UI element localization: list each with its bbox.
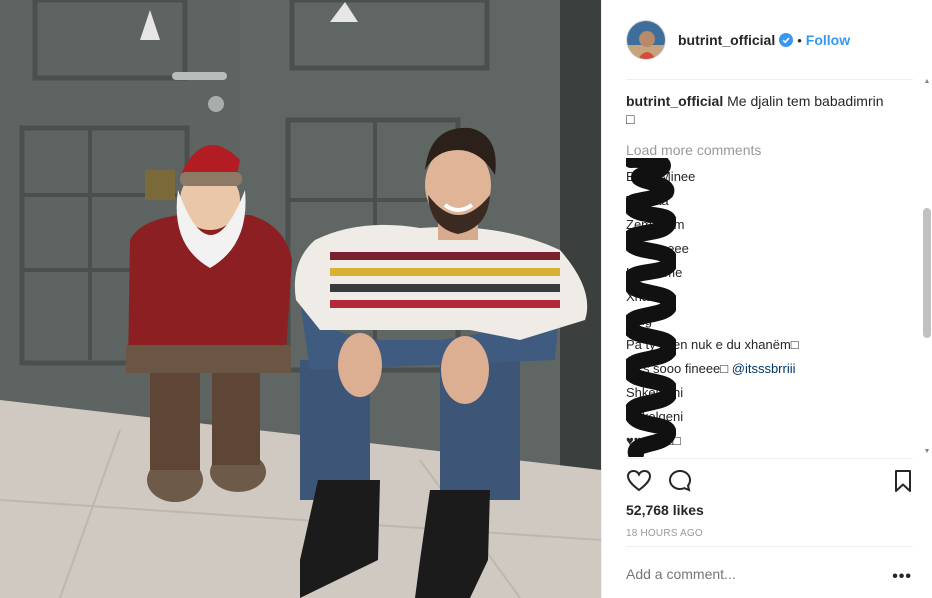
scroll-down-arrow[interactable]: ▼ xyxy=(923,448,931,456)
heart-icon[interactable] xyxy=(626,468,652,494)
caption-username[interactable]: butrint_official xyxy=(626,93,723,109)
comment-text: Teduaa xyxy=(626,193,669,208)
post-username[interactable]: butrint_official xyxy=(678,32,775,48)
scroll-up-arrow[interactable]: ▲ xyxy=(923,78,931,86)
bookmark-icon[interactable] xyxy=(890,468,916,494)
comment-mention-link[interactable]: @itsssbrriii xyxy=(732,361,796,376)
add-comment-input[interactable] xyxy=(626,566,886,582)
comment-text: Onlyoneee xyxy=(626,241,689,256)
comment-text: he's sooo fineee□ xyxy=(626,361,732,376)
verified-badge-icon xyxy=(779,33,794,47)
caption-emoji: □ xyxy=(626,111,635,127)
avatar[interactable] xyxy=(626,20,666,60)
comment-items: Baba Minee Teduaa Zemrajem Onlyoneee Loq… xyxy=(626,165,916,457)
caption-text: Me djalin tem babadimrin xyxy=(727,93,884,109)
comment-item: Zemrajem xyxy=(626,213,916,237)
more-options-icon[interactable]: ••• xyxy=(892,568,912,586)
comments-scrollbar[interactable]: ▲ ▼ xyxy=(922,78,932,456)
post-header: butrint_official • Follow xyxy=(602,0,932,80)
header-divider xyxy=(626,79,913,80)
follow-button[interactable]: Follow xyxy=(806,32,850,48)
comment-text: Baba Minee xyxy=(626,169,696,184)
comment-text: Shkelqeni xyxy=(626,385,684,400)
comment-bubble-icon[interactable] xyxy=(667,468,693,494)
likes-count[interactable]: 52,768 likes xyxy=(626,502,704,518)
comment-item: Baba Minee xyxy=(626,165,916,189)
scroll-thumb[interactable] xyxy=(923,208,931,338)
comments-list: butrint_official Me djalin tem babadimri… xyxy=(626,92,916,457)
post-photo[interactable] xyxy=(0,0,601,598)
comment-box-divider xyxy=(626,546,913,547)
comment-item: Pa ty jeten nuk e du xhanëm□ xyxy=(626,333,916,357)
load-more-comments-button[interactable]: Load more comments xyxy=(626,142,916,158)
separator-dot: • xyxy=(797,32,802,48)
post-details-panel: butrint_official • Follow butrint_offici… xyxy=(601,0,932,598)
comment-text: King xyxy=(626,313,653,328)
comment-item: King xyxy=(626,309,916,333)
comment-text: Shkelqeni xyxy=(626,409,684,424)
comment-item: Onlyoneee xyxy=(626,237,916,261)
post-photo-image xyxy=(0,0,601,598)
comment-text: Pa ty jeten nuk e du xhanëm□ xyxy=(626,337,799,352)
post-actions xyxy=(626,468,916,496)
actions-divider xyxy=(626,458,913,459)
comment-item: Loqkaime xyxy=(626,261,916,285)
comment-text: ♥♥♥□□□□ xyxy=(626,433,681,448)
comment-item: its kk Tabs zemren □□□□□□□□♥♥♥ xyxy=(626,453,916,457)
comment-text: Zemrajem xyxy=(626,217,685,232)
comment-item: Shkelqeni xyxy=(626,405,916,429)
comment-item: Xhanem xyxy=(626,285,916,309)
comment-item: he's sooo fineee□ @itsssbrriii xyxy=(626,357,916,381)
comment-item: Teduaa xyxy=(626,189,916,213)
comment-text: Loqkaime xyxy=(626,265,683,280)
comment-item: Shkelqeni xyxy=(626,381,916,405)
comment-text: Xhanem xyxy=(626,289,675,304)
post-timestamp[interactable]: 18 HOURS AGO xyxy=(626,528,703,539)
comment-item: ♥♥♥□□□□ xyxy=(626,429,916,453)
post-caption: butrint_official Me djalin tem babadimri… xyxy=(626,92,916,128)
